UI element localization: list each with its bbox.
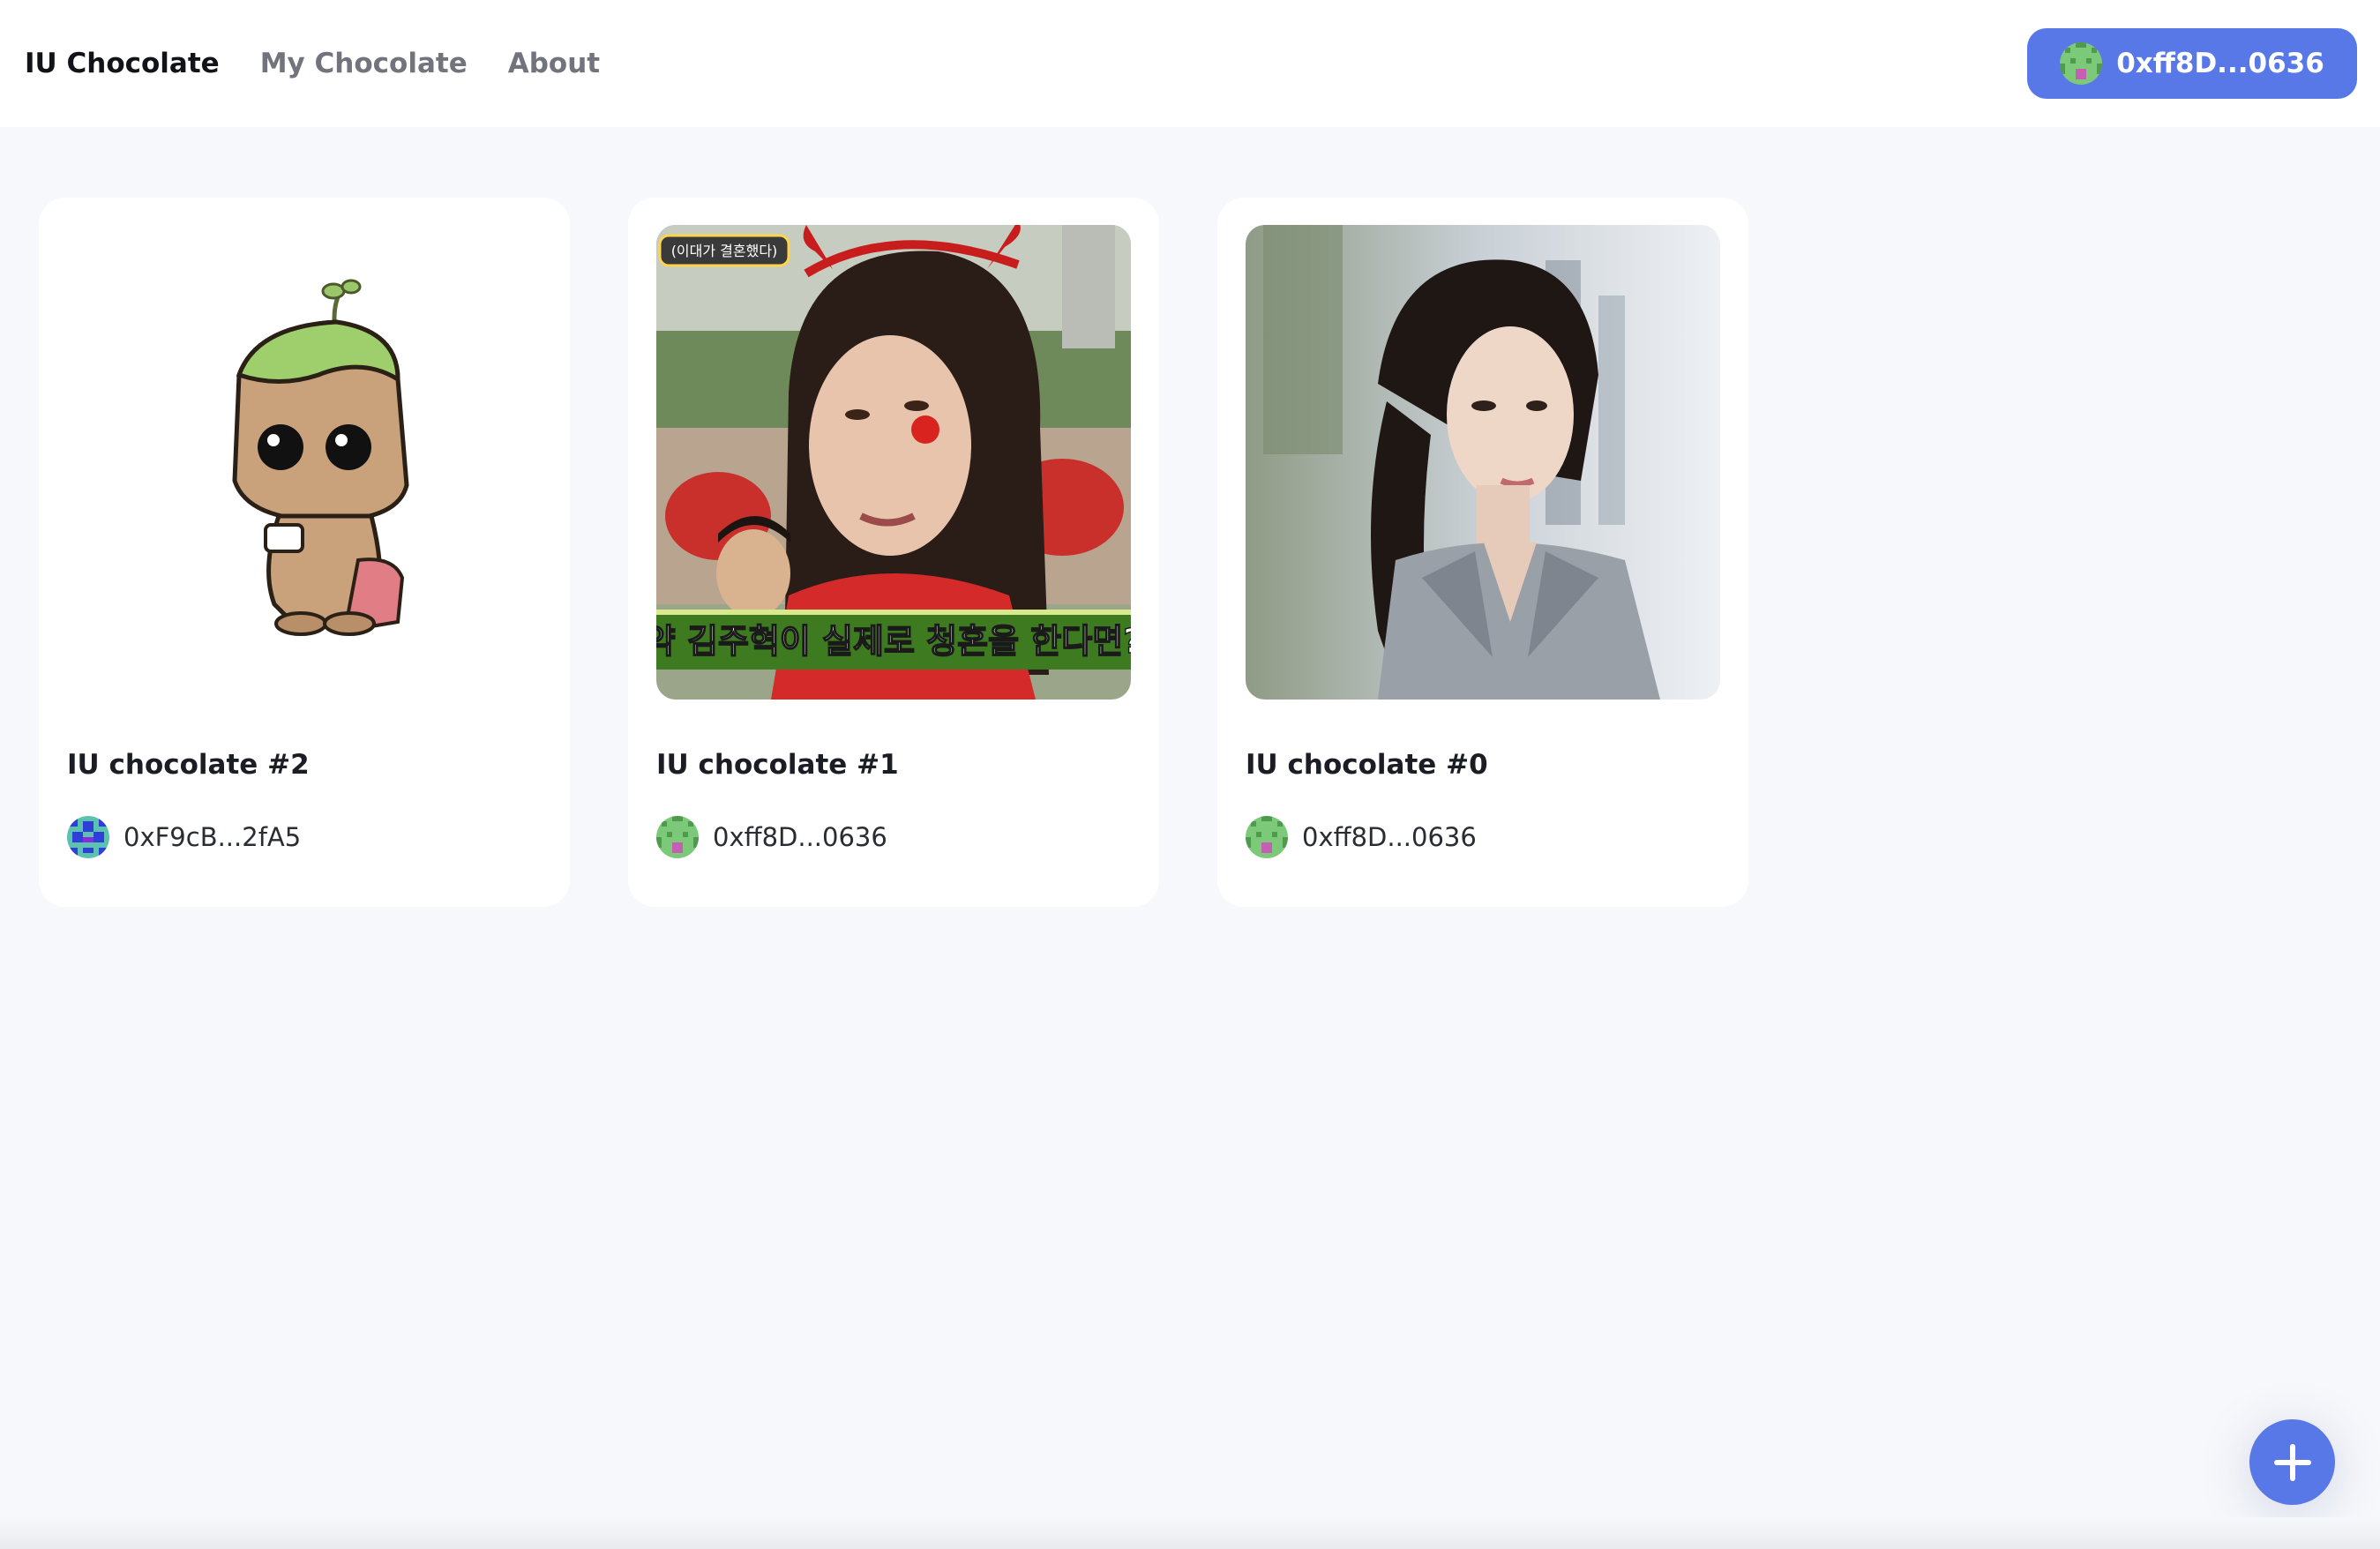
wallet-address: 0xff8D...0636 <box>2116 48 2324 79</box>
nft-image-portrait <box>1246 225 1720 700</box>
wallet-account-button[interactable]: 0xff8D...0636 <box>2027 28 2357 99</box>
nft-grid: IU chocolate #2 0xF9cB...2fA5 (이대가 결혼했다)… <box>39 198 1748 907</box>
green-identicon-icon <box>656 816 699 858</box>
nav-link-my-chocolate[interactable]: My Chocolate <box>260 48 468 79</box>
plus-icon <box>2271 1440 2315 1485</box>
nft-card[interactable]: IU chocolate #0 0xff8D...0636 <box>1217 198 1748 907</box>
green-identicon-icon <box>1246 816 1288 858</box>
nft-card[interactable]: (이대가 결혼했다) 약 김주혁이 실제로 청혼을 한다면? IU chocol… <box>628 198 1159 907</box>
blue-identicon-icon <box>67 816 109 858</box>
main-nav: IU Chocolate My Chocolate About <box>25 48 600 79</box>
nft-image-tv-screenshot: (이대가 결혼했다) 약 김주혁이 실제로 청혼을 한다면? <box>656 225 1131 700</box>
nft-title: IU chocolate #2 <box>67 749 310 781</box>
nav-link-about[interactable]: About <box>508 48 600 79</box>
bottom-edge-shade <box>0 1517 2380 1549</box>
owner-address: 0xF9cB...2fA5 <box>123 822 302 852</box>
brand-link[interactable]: IU Chocolate <box>25 48 220 79</box>
green-identicon-icon <box>2060 42 2103 85</box>
owner-address: 0xff8D...0636 <box>713 822 887 852</box>
nft-title: IU chocolate #1 <box>656 749 899 781</box>
badge-text: (이대가 결혼했다) <box>671 243 778 259</box>
top-navbar: IU Chocolate My Chocolate About 0xff8D..… <box>0 0 2380 127</box>
nft-card[interactable]: IU chocolate #2 0xF9cB...2fA5 <box>39 198 570 907</box>
nft-owner: 0xF9cB...2fA5 <box>67 816 542 858</box>
nft-title: IU chocolate #0 <box>1246 749 1488 781</box>
owner-address: 0xff8D...0636 <box>1302 822 1477 852</box>
caption-text: 약 김주혁이 실제로 청혼을 한다면? <box>656 622 1131 661</box>
nft-image-groot <box>67 225 542 700</box>
nft-owner: 0xff8D...0636 <box>1246 816 1720 858</box>
add-nft-button[interactable] <box>2249 1419 2335 1505</box>
nft-owner: 0xff8D...0636 <box>656 816 1131 858</box>
